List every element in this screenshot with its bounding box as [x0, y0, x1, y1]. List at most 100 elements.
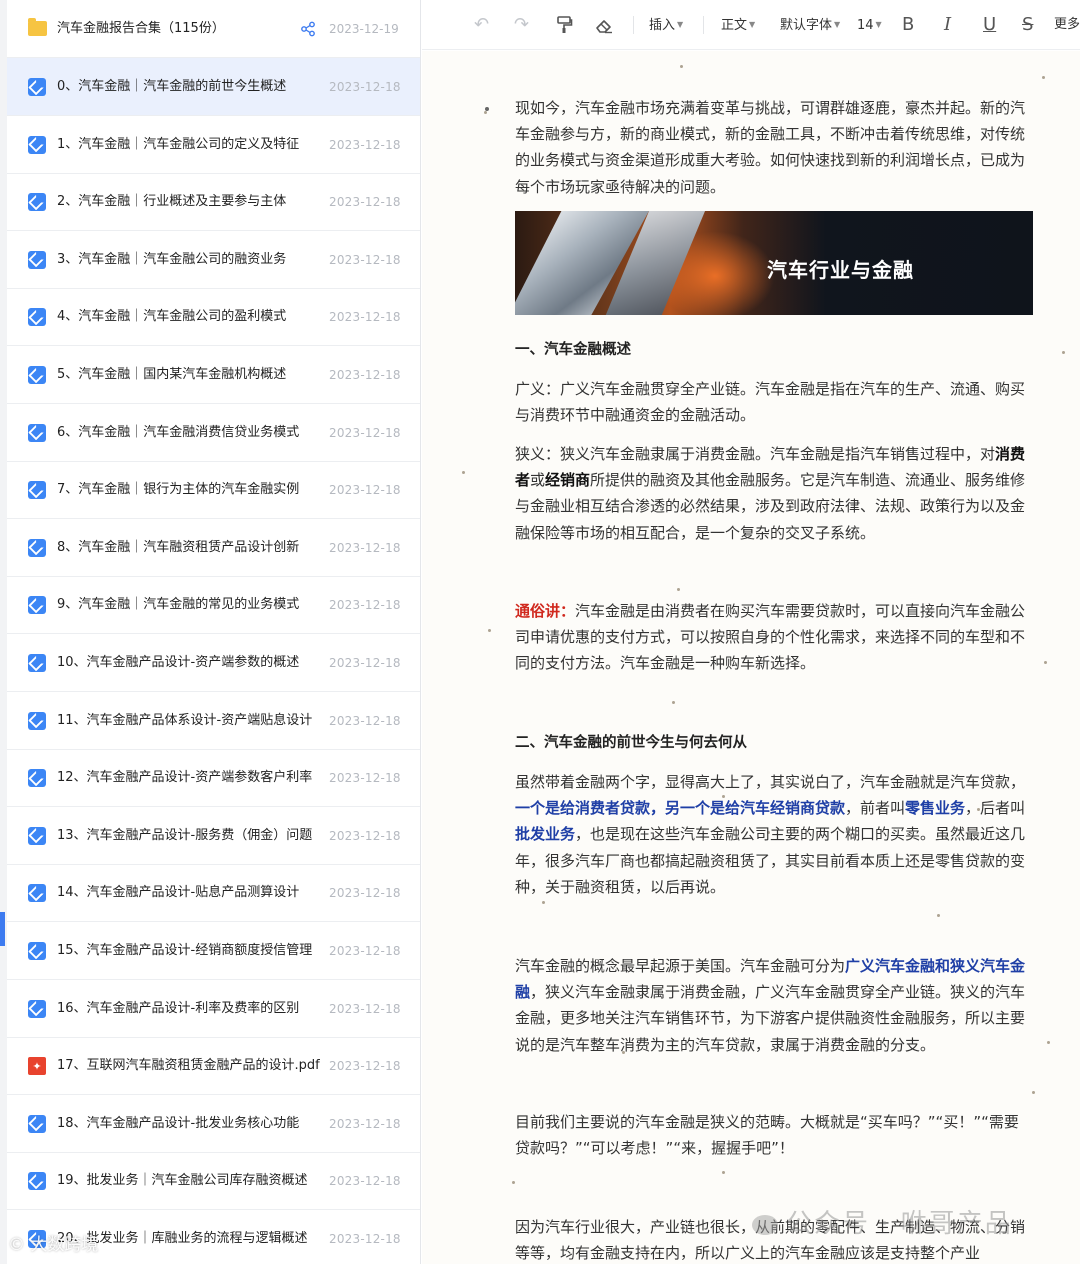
file-list-item[interactable]: 18、汽车金融产品设计-批发业务核心功能 2023-12-18: [7, 1095, 420, 1153]
file-date: 2023-12-18: [329, 137, 401, 152]
doc-file-icon: [28, 596, 46, 615]
narrow-definition-paragraph: 狭义：狭义汽车金融隶属于消费金融。汽车金融是指汽车销售过程中，对消费者或经销商所…: [515, 441, 1027, 546]
folder-date: 2023-12-19: [329, 22, 399, 36]
pdf-file-icon: [28, 1057, 46, 1076]
plain-label: 通俗讲：: [515, 602, 576, 620]
doc-file-icon: [28, 366, 46, 384]
italic-button[interactable]: I: [944, 14, 951, 36]
paper-speck: [488, 629, 491, 632]
file-date: 2023-12-18: [329, 425, 401, 440]
file-list-item[interactable]: 3、汽车金融｜汽车金融公司的融资业务 2023-12-18: [7, 231, 420, 289]
file-title: 1、汽车金融｜汽车金融公司的定义及特征: [57, 136, 300, 152]
file-date: 2023-12-18: [329, 1001, 401, 1016]
file-list-item[interactable]: 16、汽车金融产品设计-利率及费率的区别 2023-12-18: [7, 980, 420, 1038]
text-run: 狭义：狭义汽车金融隶属于消费金融。汽车金融是指汽车销售过程中，对: [515, 445, 996, 463]
doc-file-icon: [28, 769, 46, 788]
paper-speck: [672, 701, 675, 704]
file-date: 2023-12-18: [329, 310, 401, 325]
file-title: 14、汽车金融产品设计-贴息产品测算设计: [57, 885, 300, 901]
file-date: 2023-12-18: [329, 598, 401, 613]
file-list-item[interactable]: 2、汽车金融｜行业概述及主要参与主体 2023-12-18: [7, 173, 420, 232]
doc-file-icon: [28, 654, 46, 672]
doc-file-icon: [28, 1114, 46, 1133]
file-list-item[interactable]: 6、汽车金融｜汽车金融消费信贷业务模式 2023-12-18: [7, 404, 420, 462]
file-list-item[interactable]: 1、汽车金融｜汽车金融公司的定义及特征 2023-12-18: [7, 116, 420, 174]
file-list-item[interactable]: 0、汽车金融｜汽车金融的前世今生概述 2023-12-18: [7, 58, 420, 116]
document-canvas[interactable]: 现如今，汽车金融市场充满着变革与挑战，可谓群雄逐鹿，豪杰并起。新的汽车金融参与方…: [422, 51, 1080, 1264]
file-list-item[interactable]: 15、汽车金融产品设计-经销商额度授信管理 2023-12-18: [7, 922, 420, 980]
font-family-select[interactable]: 默认字体 ▼: [780, 14, 840, 36]
file-date: 2023-12-18: [329, 828, 401, 843]
file-list-item[interactable]: 7、汽车金融｜银行为主体的汽车金融实例 2023-12-18: [7, 461, 420, 520]
file-list-item[interactable]: 8、汽车金融｜汽车融资租赁产品设计创新 2023-12-18: [7, 519, 420, 577]
file-list-item[interactable]: 14、汽车金融产品设计-贴息产品测算设计 2023-12-18: [7, 864, 420, 923]
text-run: 或: [530, 471, 546, 490]
insert-menu[interactable]: 插入 ▼: [649, 14, 683, 36]
file-title: 5、汽车金融｜国内某汽车金融机构概述: [57, 367, 287, 382]
file-list-item[interactable]: 9、汽车金融｜汽车金融的常见的业务模式 2023-12-18: [7, 576, 420, 635]
paper-speck: [722, 1171, 725, 1174]
dialogue-paragraph: 目前我们主要说的汽车金融是狭义的范畴。大概就是“买车吗？”“买！”“需要贷款吗？…: [515, 1113, 1019, 1158]
share-icon[interactable]: [300, 21, 316, 37]
file-title: 6、汽车金融｜汽车金融消费信贷业务模式: [57, 424, 300, 440]
file-title: 13、汽车金融产品设计-服务费（佣金）问题: [57, 827, 313, 843]
format-painter-icon[interactable]: [555, 14, 573, 36]
watermark-right: 公众号 · 咻哥产品: [752, 1203, 1013, 1240]
file-date: 2023-12-18: [329, 1059, 401, 1074]
chevron-down-icon: ▼: [834, 20, 841, 29]
paper-speck: [1047, 1041, 1050, 1044]
file-title: 4、汽车金融｜汽车金融公司的盈利模式: [57, 309, 287, 325]
paper-speck: [680, 65, 683, 68]
file-list-item[interactable]: 13、汽车金融产品设计-服务费（佣金）问题 2023-12-18: [7, 807, 420, 865]
file-title: 8、汽车金融｜汽车融资租赁产品设计创新: [57, 539, 300, 555]
text-run: ，狭义汽车金融隶属于消费金融，广义汽车金融贯穿全产业链。狭义的汽车金融，更多地关…: [515, 983, 1026, 1054]
toolbar-divider: [703, 16, 704, 34]
paper-speck: [677, 588, 680, 591]
file-list-item[interactable]: 19、批发业务｜汽车金融公司库存融资概述 2023-12-18: [7, 1152, 420, 1211]
file-title: 18、汽车金融产品设计-批发业务核心功能: [57, 1115, 300, 1131]
doc-file-icon: [28, 250, 46, 269]
file-title: 3、汽车金融｜汽车金融公司的融资业务: [57, 251, 287, 267]
file-list-item[interactable]: 5、汽车金融｜国内某汽车金融机构概述 2023-12-18: [7, 346, 420, 404]
paper-speck: [462, 471, 465, 474]
file-date: 2023-12-18: [329, 944, 401, 958]
strikethrough-button[interactable]: S: [1022, 14, 1033, 36]
insert-label: 插入: [649, 18, 676, 33]
file-list-item[interactable]: 11、汽车金融产品体系设计-资产端贴息设计 2023-12-18: [7, 692, 420, 750]
file-title: 17、互联网汽车融资租赁金融产品的设计.pdf: [57, 1058, 320, 1074]
editor-toolbar: ↶ ↷ 插入 ▼ 正文 ▼ 默认字体 ▼ 14 ▼ B I U S 更多: [422, 0, 1080, 50]
paragraph-style-select[interactable]: 正文 ▼: [721, 14, 755, 36]
chevron-down-icon: ▼: [875, 20, 882, 29]
file-list-item[interactable]: 4、汽车金融｜汽车金融公司的盈利模式 2023-12-18: [7, 288, 420, 347]
font-family-label: 默认字体: [780, 18, 833, 33]
doc-file-icon: [28, 423, 46, 442]
file-title: 9、汽车金融｜汽车金融的常见的业务模式: [57, 597, 300, 613]
font-size-select[interactable]: 14 ▼: [857, 14, 882, 36]
undo-icon[interactable]: ↶: [474, 14, 489, 36]
doc-file-icon: [28, 78, 46, 96]
file-list-sidebar: 汽车金融报告合集（115份） 2023-12-19 0、汽车金融｜汽车金融的前世…: [0, 0, 421, 1264]
folder-row[interactable]: 汽车金融报告合集（115份） 2023-12-19: [7, 0, 420, 58]
underline-button[interactable]: U: [983, 14, 996, 36]
scroll-indicator[interactable]: [0, 912, 5, 946]
sidebar-edge: [0, 0, 7, 1264]
plain-explanation-paragraph: 通俗讲：汽车金融是由消费者在购买汽车需要贷款时，可以直接向汽车金融公司申请优惠的…: [515, 598, 1027, 677]
eraser-icon[interactable]: [594, 14, 614, 36]
file-list-item[interactable]: 12、汽车金融产品设计-资产端参数客户利率 2023-12-18: [7, 749, 420, 808]
more-button[interactable]: 更多: [1054, 14, 1080, 36]
redo-icon[interactable]: ↷: [514, 14, 529, 36]
file-list-item[interactable]: 10、汽车金融产品设计-资产端参数的概述 2023-12-18: [7, 634, 420, 692]
bold-button[interactable]: B: [902, 14, 914, 36]
file-date: 2023-12-18: [329, 483, 401, 498]
text-run: 汽车金融是由消费者在购买汽车需要贷款时，可以直接向汽车金融公司申请优惠的支付方式…: [515, 602, 1026, 673]
file-title: 12、汽车金融产品设计-资产端参数客户利率: [57, 770, 313, 786]
file-list-item[interactable]: 17、互联网汽车融资租赁金融产品的设计.pdf 2023-12-18: [7, 1037, 420, 1096]
banner-title: 汽车行业与金融: [767, 258, 914, 282]
bullet-marker: [485, 107, 489, 111]
wechat-icon: [752, 1214, 778, 1235]
doc-file-icon: [28, 942, 46, 960]
text-run: 汽车金融的概念最早起源于美国。汽车金融可分为: [515, 957, 846, 975]
text-run-bold: 经销商: [545, 471, 591, 490]
chevron-down-icon: ▼: [749, 20, 756, 29]
file-title: 19、批发业务｜汽车金融公司库存融资概述: [57, 1173, 308, 1189]
